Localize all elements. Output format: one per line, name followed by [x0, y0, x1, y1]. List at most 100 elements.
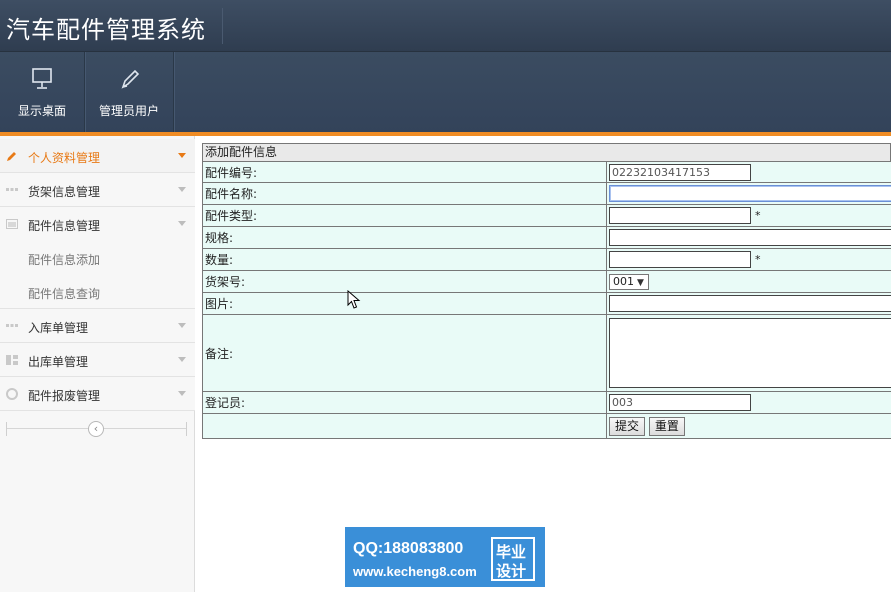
submit-button[interactable]: 提交 [609, 416, 646, 436]
sidebar-item-label: 配件信息管理 [28, 219, 101, 233]
field-label: 备注: [202, 314, 607, 392]
field-label: 配件类型: [202, 204, 607, 227]
watermark-qq: QQ:188083800 [353, 540, 464, 557]
sidebar-subitem-add-part[interactable]: 配件信息添加 [0, 241, 195, 275]
app-header: 汽车配件管理系统 [0, 0, 891, 52]
sidebar-item-label: 配件报废管理 [28, 389, 101, 403]
sidebar-item-label: 出库单管理 [28, 355, 89, 369]
reset-button[interactable]: 重置 [648, 416, 685, 436]
monitor-icon [32, 68, 52, 89]
form-row: 提交 重置 [202, 413, 891, 439]
required-mark: * [755, 253, 761, 266]
quantity-field[interactable] [609, 251, 751, 268]
watermark-badge-line1: 毕业 [496, 543, 527, 561]
part-no-field[interactable]: 02232103417153 [609, 163, 751, 181]
actions-cell: 提交 重置 [606, 413, 891, 439]
field-cell: 001 ▼ [606, 270, 891, 293]
watermark-banner: QQ:188083800 www.kecheng8.com 毕业 设计 [345, 527, 545, 587]
sidebar-subitem-label: 配件信息查询 [28, 287, 101, 301]
sidebar-item-label: 入库单管理 [28, 321, 89, 335]
top-toolbar: 显示桌面 管理员用户 [0, 52, 891, 132]
required-mark: * [755, 209, 761, 222]
form-row: 备注: [202, 314, 891, 392]
field-cell: 003 [606, 391, 891, 414]
show-desktop-button[interactable]: 显示桌面 [0, 52, 84, 132]
form-row: 规格: [202, 226, 891, 249]
form-row: 配件类型: * [202, 204, 891, 227]
sidebar-item-shelf[interactable]: 货架信息管理 [0, 173, 195, 207]
watermark-badge: 毕业 设计 [491, 537, 535, 581]
collapse-divider-end [6, 422, 7, 436]
collapse-divider-end [186, 422, 187, 436]
form-row: 图片: [202, 292, 891, 315]
image-field[interactable] [609, 295, 891, 312]
sidebar-item-profile[interactable]: 个人资料管理 [0, 139, 195, 173]
pencil-icon [7, 152, 16, 161]
toolbar-divider [84, 52, 85, 132]
chevron-down-icon [178, 357, 186, 362]
columns-icon [6, 355, 18, 365]
shelf-no-value: 001 [613, 274, 634, 288]
part-type-field[interactable] [609, 207, 751, 224]
collapse-sidebar-button[interactable]: ‹ [88, 421, 104, 437]
app-title: 汽车配件管理系统 [6, 16, 206, 44]
sidebar-item-inbound[interactable]: 入库单管理 [0, 309, 195, 343]
admin-user-label: 管理员用户 [98, 104, 159, 118]
field-label: 登记员: [202, 391, 607, 414]
field-cell [606, 314, 891, 392]
header-divider [222, 8, 223, 44]
chevron-down-icon [178, 187, 186, 192]
admin-user-button[interactable]: 管理员用户 [86, 52, 172, 132]
form-title: 添加配件信息 [202, 143, 891, 161]
grid-icon [6, 188, 18, 191]
watermark-badge-line2: 设计 [496, 562, 527, 580]
field-label: 数量: [202, 248, 607, 271]
field-cell [606, 226, 891, 249]
chevron-down-icon [178, 221, 186, 226]
chevron-down-icon [178, 391, 186, 396]
sidebar-item-scrap[interactable]: 配件报废管理 [0, 377, 195, 411]
chevron-down-icon [178, 323, 186, 328]
field-cell [606, 292, 891, 315]
circle-icon [6, 388, 18, 400]
form-row: 登记员: 003 [202, 391, 891, 414]
watermark-url: www.kecheng8.com [353, 564, 477, 579]
pencil-icon [121, 69, 140, 89]
add-part-form: 添加配件信息 配件编号: 02232103417153 配件名称: 配件类型: … [202, 143, 891, 439]
form-row: 货架号: 001 ▼ [202, 270, 891, 293]
form-row: 数量: * [202, 248, 891, 271]
grid-icon [6, 324, 18, 327]
sidebar-subitem-label: 配件信息添加 [28, 253, 101, 267]
field-label: 货架号: [202, 270, 607, 293]
field-label: 配件编号: [202, 161, 607, 183]
field-cell: * [606, 248, 891, 271]
remark-textarea[interactable] [609, 318, 891, 388]
actions-label-cell [202, 413, 607, 439]
part-name-field[interactable] [609, 185, 891, 202]
form-table: 配件编号: 02232103417153 配件名称: 配件类型: * 规格: 数… [202, 161, 891, 439]
field-label: 配件名称: [202, 182, 607, 205]
chevron-down-icon [178, 153, 186, 158]
sidebar-item-parts[interactable]: 配件信息管理 [0, 207, 195, 241]
mouse-cursor-icon [347, 290, 361, 309]
field-label: 规格: [202, 226, 607, 249]
field-cell: * [606, 204, 891, 227]
window-icon [6, 219, 18, 229]
show-desktop-label: 显示桌面 [17, 104, 66, 118]
registrar-field[interactable]: 003 [609, 394, 751, 411]
form-row: 配件编号: 02232103417153 [202, 161, 891, 183]
toolbar-divider [173, 52, 174, 132]
spec-field[interactable] [609, 229, 891, 246]
sidebar-item-label: 个人资料管理 [28, 151, 101, 165]
sidebar-collapse-row: ‹ [0, 412, 195, 446]
field-cell [606, 182, 891, 205]
sidebar-subitem-query-part[interactable]: 配件信息查询 [0, 275, 195, 309]
shelf-no-select[interactable]: 001 ▼ [609, 273, 649, 290]
dropdown-arrow-icon: ▼ [637, 277, 644, 288]
field-cell: 02232103417153 [606, 161, 891, 183]
sidebar-item-label: 货架信息管理 [28, 185, 101, 199]
sidebar-item-outbound[interactable]: 出库单管理 [0, 343, 195, 377]
sidebar: 个人资料管理 货架信息管理 配件信息管理 配件信息添加 配件信息查询 入库单管理… [0, 136, 195, 592]
field-label: 图片: [202, 292, 607, 315]
form-row: 配件名称: [202, 182, 891, 205]
